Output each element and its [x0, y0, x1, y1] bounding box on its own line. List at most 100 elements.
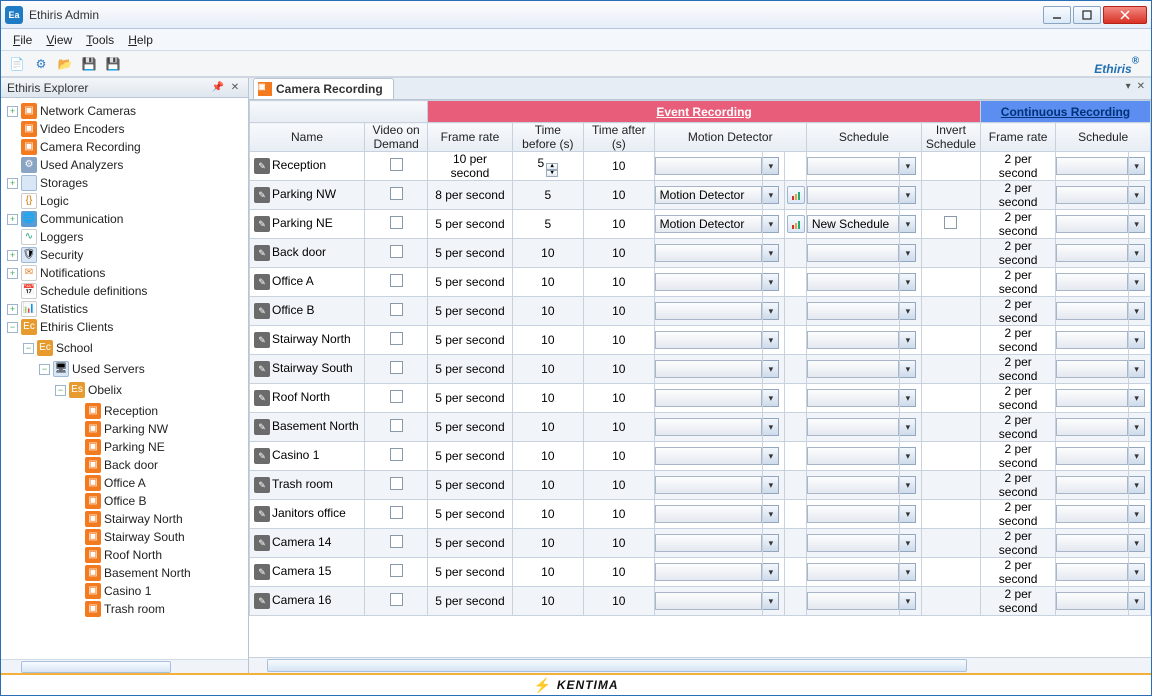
tree-camera-item[interactable]: Casino 1: [104, 582, 151, 600]
col-framerate[interactable]: Frame rate: [428, 123, 513, 152]
cont-schedule-dropdown-btn[interactable]: [1129, 592, 1150, 610]
tree-camera-item[interactable]: Reception: [104, 402, 158, 420]
motion-detector-dropdown[interactable]: [655, 447, 763, 465]
schedule-dropdown[interactable]: [807, 447, 900, 465]
motion-detector-dropdown[interactable]: [655, 244, 763, 262]
cont-schedule-dropdown[interactable]: [1056, 273, 1128, 291]
cell-framerate[interactable]: 5 per second: [428, 210, 513, 239]
motion-detector-dropdown-btn[interactable]: [763, 186, 784, 204]
motion-detector-dropdown[interactable]: [655, 418, 763, 436]
tree-used-servers[interactable]: Used Servers: [72, 360, 145, 378]
vod-checkbox[interactable]: [390, 187, 403, 200]
vod-checkbox[interactable]: [390, 216, 403, 229]
col-time-before[interactable]: Time before (s): [512, 123, 583, 152]
vod-checkbox[interactable]: [390, 506, 403, 519]
row-edit-icon[interactable]: [254, 158, 270, 174]
schedule-dropdown[interactable]: [807, 389, 900, 407]
col-time-after[interactable]: Time after (s): [584, 123, 655, 152]
motion-detector-dropdown-btn[interactable]: [763, 389, 784, 407]
schedule-dropdown[interactable]: [807, 534, 900, 552]
schedule-dropdown[interactable]: [807, 563, 900, 581]
invert-checkbox[interactable]: [944, 216, 957, 229]
cell-time-before[interactable]: 5▴▾: [512, 152, 583, 181]
vod-checkbox[interactable]: [390, 477, 403, 490]
schedule-dropdown-btn[interactable]: [900, 389, 921, 407]
cell-time-after[interactable]: 10: [584, 152, 655, 181]
cell-framerate[interactable]: 5 per second: [428, 413, 513, 442]
schedule-dropdown[interactable]: [807, 505, 900, 523]
cont-schedule-dropdown[interactable]: [1056, 563, 1128, 581]
col-vod[interactable]: Video on Demand: [365, 123, 428, 152]
motion-detector-dropdown[interactable]: [655, 273, 763, 291]
cont-schedule-dropdown[interactable]: [1056, 331, 1128, 349]
motion-detector-dropdown-btn[interactable]: [763, 215, 784, 233]
schedule-dropdown-btn[interactable]: [900, 331, 921, 349]
cell-time-before[interactable]: 10: [512, 384, 583, 413]
row-edit-icon[interactable]: [254, 216, 270, 232]
expand-icon[interactable]: +: [7, 304, 18, 315]
cell-time-after[interactable]: 10: [584, 500, 655, 529]
vod-checkbox[interactable]: [390, 535, 403, 548]
table-row[interactable]: Camera 155 per second10102 per second: [250, 558, 1151, 587]
collapse-icon[interactable]: −: [7, 322, 18, 333]
tree-camera-item[interactable]: Parking NW: [104, 420, 168, 438]
grid-h-scrollbar[interactable]: [249, 657, 1151, 673]
cont-schedule-dropdown-btn[interactable]: [1129, 447, 1150, 465]
cont-schedule-dropdown[interactable]: [1056, 244, 1128, 262]
motion-detector-dropdown-btn[interactable]: [763, 302, 784, 320]
tree-camera-item[interactable]: Stairway South: [104, 528, 185, 546]
close-button[interactable]: [1103, 6, 1147, 24]
tree-obelix[interactable]: Obelix: [88, 381, 122, 399]
cell-time-before[interactable]: 10: [512, 529, 583, 558]
cell-cont-framerate[interactable]: 2 per second: [980, 239, 1055, 268]
row-edit-icon[interactable]: [254, 593, 270, 609]
cell-time-before[interactable]: 10: [512, 413, 583, 442]
motion-detector-dropdown[interactable]: [655, 302, 763, 320]
cell-framerate[interactable]: 5 per second: [428, 355, 513, 384]
cont-schedule-dropdown-btn[interactable]: [1129, 418, 1150, 436]
cell-framerate[interactable]: 5 per second: [428, 471, 513, 500]
tree-notifications[interactable]: Notifications: [40, 264, 105, 282]
motion-detector-dropdown-btn[interactable]: [763, 418, 784, 436]
cont-schedule-dropdown[interactable]: [1056, 418, 1128, 436]
cell-framerate[interactable]: 5 per second: [428, 268, 513, 297]
motion-detector-dropdown[interactable]: [655, 476, 763, 494]
cont-schedule-dropdown-btn[interactable]: [1129, 476, 1150, 494]
tab-menu-icon[interactable]: ▾: [1126, 81, 1131, 92]
schedule-dropdown[interactable]: [807, 476, 900, 494]
toolbar-saveall-icon[interactable]: 💾: [103, 54, 123, 74]
motion-detector-dropdown-btn[interactable]: [763, 447, 784, 465]
motion-detector-dropdown-btn[interactable]: [763, 331, 784, 349]
schedule-dropdown-btn[interactable]: [900, 418, 921, 436]
motion-detector-dropdown[interactable]: [655, 563, 763, 581]
motion-detector-dropdown-btn[interactable]: [763, 157, 784, 175]
schedule-dropdown[interactable]: [807, 592, 900, 610]
collapse-icon[interactable]: −: [23, 343, 34, 354]
schedule-dropdown-btn[interactable]: [900, 273, 921, 291]
cell-cont-framerate[interactable]: 2 per second: [980, 181, 1055, 210]
table-row[interactable]: Camera 145 per second10102 per second: [250, 529, 1151, 558]
cell-time-after[interactable]: 10: [584, 355, 655, 384]
schedule-dropdown[interactable]: [807, 157, 900, 175]
vod-checkbox[interactable]: [390, 303, 403, 316]
table-row[interactable]: Parking NE5 per second510Motion Detector…: [250, 210, 1151, 239]
toolbar-new-icon[interactable]: 📄: [7, 54, 27, 74]
vod-checkbox[interactable]: [390, 361, 403, 374]
cont-schedule-dropdown[interactable]: [1056, 505, 1128, 523]
tree-statistics[interactable]: Statistics: [40, 300, 88, 318]
motion-detector-dropdown[interactable]: [655, 389, 763, 407]
motion-detector-dropdown[interactable]: [655, 592, 763, 610]
tree-camera-item[interactable]: Office A: [104, 474, 146, 492]
row-edit-icon[interactable]: [254, 535, 270, 551]
cont-schedule-dropdown-btn[interactable]: [1129, 534, 1150, 552]
cell-time-before[interactable]: 5: [512, 181, 583, 210]
explorer-close-icon[interactable]: ✕: [228, 81, 242, 95]
cell-framerate[interactable]: 5 per second: [428, 442, 513, 471]
tree-camera-item[interactable]: Trash room: [104, 600, 165, 618]
row-edit-icon[interactable]: [254, 419, 270, 435]
cell-cont-framerate[interactable]: 2 per second: [980, 500, 1055, 529]
cell-cont-framerate[interactable]: 2 per second: [980, 529, 1055, 558]
col-cont-schedule[interactable]: Schedule: [1056, 123, 1151, 152]
toolbar-save-icon[interactable]: 💾: [79, 54, 99, 74]
cell-framerate[interactable]: 5 per second: [428, 587, 513, 616]
